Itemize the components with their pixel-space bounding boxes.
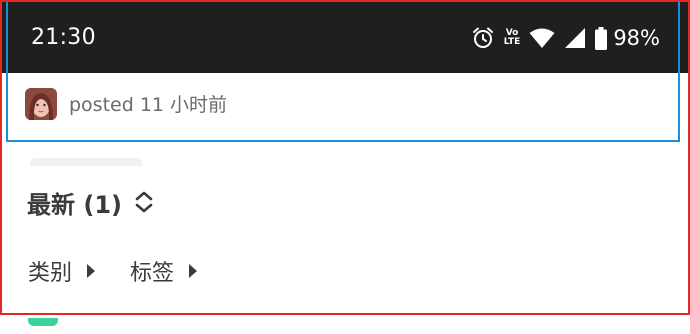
sort-toggle-icon (135, 191, 153, 213)
battery-percent: 98% (613, 26, 660, 50)
caret-right-icon (189, 264, 198, 278)
battery-icon (595, 26, 608, 50)
filter-row: 类别 标签 (28, 255, 232, 287)
avatar[interactable] (25, 88, 57, 120)
divider-tab (30, 158, 142, 166)
wifi-icon (529, 28, 555, 48)
sort-label: 最新 (1) (27, 190, 122, 219)
sort-selector[interactable]: 最新 (1) (27, 184, 154, 220)
post-row[interactable]: posted 11 小时前 (0, 73, 690, 139)
filter-category-label: 类别 (28, 261, 73, 286)
signal-icon (565, 28, 586, 48)
status-bar: 21:30 Vo LTE 98% (0, 0, 690, 73)
filter-tags-label: 标签 (130, 261, 175, 286)
alarm-icon (472, 27, 493, 48)
volte-bottom-text: LTE (503, 37, 521, 47)
post-timestamp: posted 11 小时前 (69, 94, 228, 116)
filter-tags[interactable]: 标签 (130, 255, 198, 287)
status-time: 21:30 (31, 25, 96, 50)
caret-right-icon (87, 264, 96, 278)
green-accent-mark (28, 318, 58, 326)
volte-icon: Vo LTE (504, 29, 521, 47)
status-icons: Vo LTE 98% (471, 24, 660, 52)
filter-category[interactable]: 类别 (28, 255, 96, 287)
